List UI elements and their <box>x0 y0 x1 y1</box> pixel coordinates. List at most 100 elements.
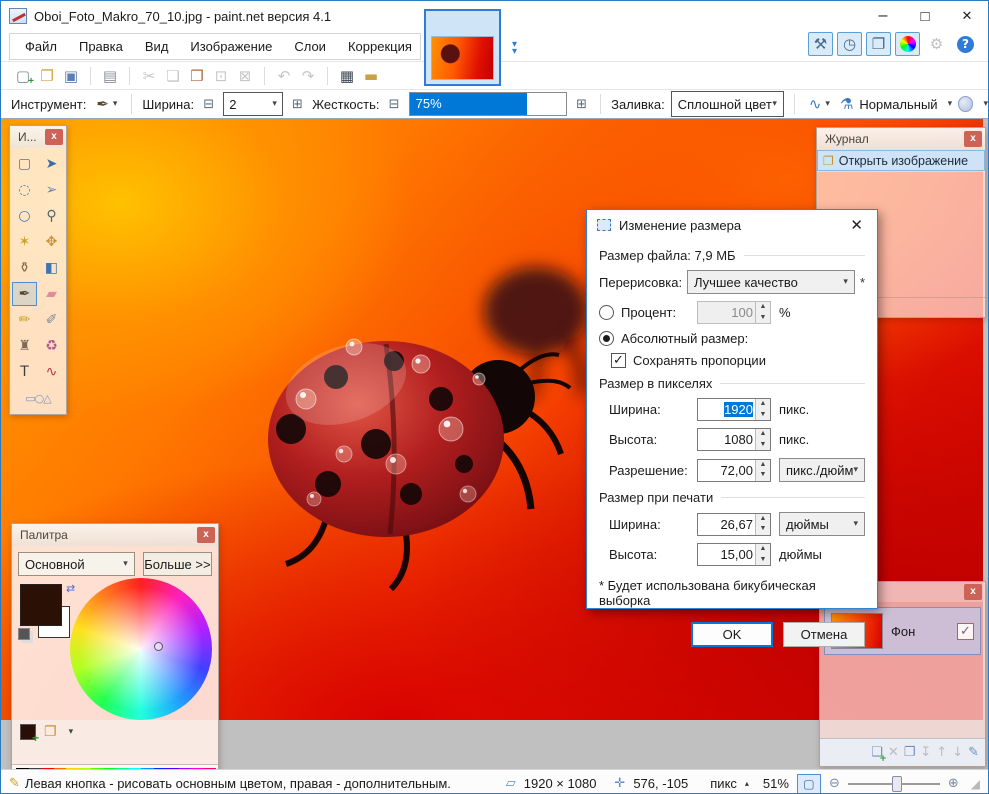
text-tool[interactable]: T <box>12 360 37 384</box>
print-width-spinner[interactable] <box>755 514 770 535</box>
maintain-aspect-checkbox[interactable] <box>611 353 626 368</box>
palette-swatch[interactable] <box>154 768 167 769</box>
open-file-icon[interactable]: ❐ <box>35 64 59 88</box>
resize-dialog-close-button[interactable] <box>846 216 867 234</box>
shapes-tool[interactable]: ▭○△ <box>12 386 64 410</box>
history-panel-close-button[interactable] <box>964 131 982 147</box>
unit-dropdown-icon[interactable]: ▴ <box>745 779 749 788</box>
history-toggle-icon[interactable]: ◷ <box>837 32 862 56</box>
ellipse-select-tool[interactable]: ○ <box>12 204 37 228</box>
zoom-tool[interactable]: ⚲ <box>39 204 64 228</box>
paint-bucket-tool[interactable]: ⚱ <box>12 256 37 280</box>
width-combo[interactable]: 2▾ <box>223 92 283 116</box>
palette-panel-close-button[interactable] <box>197 527 215 543</box>
palette-manager-icon[interactable]: ❐ <box>44 724 57 740</box>
resampling-combo[interactable]: Лучшее качество▾ <box>687 270 855 294</box>
reset-colors-icon[interactable] <box>18 628 30 640</box>
color-picker-tool[interactable]: ✐ <box>39 308 64 332</box>
percent-radio[interactable] <box>599 305 614 320</box>
palette-swatch[interactable] <box>66 768 79 769</box>
move-selection-tool[interactable]: ➢ <box>39 178 64 202</box>
help-icon[interactable]: ? <box>953 32 978 56</box>
deselect-icon[interactable]: ⊠ <box>233 64 257 88</box>
hardness-slider[interactable]: 75% <box>409 92 567 116</box>
new-file-icon[interactable]: ▢+ <box>11 64 35 88</box>
image-list-chevron-icon[interactable]: ▾▾ <box>506 41 522 55</box>
ruler-icon[interactable]: ▬ <box>359 64 383 88</box>
current-tool-button[interactable]: ✒▾ <box>92 93 121 115</box>
fit-to-window-button[interactable]: ▢ <box>797 774 821 794</box>
color-wheel[interactable] <box>70 578 212 720</box>
palette-swatch[interactable] <box>91 768 104 769</box>
grid-icon[interactable]: ▦ <box>335 64 359 88</box>
add-layer-button[interactable]: ❏+ <box>871 745 883 760</box>
antialias-icon[interactable]: ⚗ <box>840 95 853 113</box>
resolution-unit-combo[interactable]: пикс./дюйм▾ <box>779 458 865 482</box>
palette-panel-titlebar[interactable]: Палитра <box>12 524 218 546</box>
colors-toggle-icon[interactable] <box>895 32 920 56</box>
chevron-down-icon[interactable]: ▾ <box>69 727 74 737</box>
layer-properties-button[interactable]: ✎ <box>968 745 979 760</box>
redo-icon[interactable]: ↷ <box>296 64 320 88</box>
maximize-button[interactable] <box>904 1 946 31</box>
menu-item[interactable]: Изображение <box>179 34 283 59</box>
percent-input[interactable]: 100 <box>697 301 771 324</box>
palette-swatch[interactable] <box>204 768 217 769</box>
absolute-size-radio[interactable] <box>599 331 614 346</box>
palette-swatch[interactable] <box>141 768 154 769</box>
smoothing-button[interactable]: ∿▾ <box>805 93 834 115</box>
print-icon[interactable]: ▤ <box>98 64 122 88</box>
palette-swatch[interactable] <box>29 768 42 769</box>
zoom-slider[interactable] <box>848 775 940 793</box>
history-panel-titlebar[interactable]: Журнал <box>817 128 985 150</box>
unit-selector[interactable]: пикс <box>710 776 737 791</box>
palette-swatch[interactable] <box>116 768 129 769</box>
palette-swatch[interactable] <box>41 768 54 769</box>
tools-panel-titlebar[interactable]: И... <box>10 126 66 148</box>
move-layer-down-button[interactable]: ↓ <box>952 745 963 760</box>
copy-icon[interactable]: ❏ <box>161 64 185 88</box>
move-pixels-tool[interactable]: ➤ <box>39 152 64 176</box>
menu-item[interactable]: Файл <box>14 34 68 59</box>
resize-grip[interactable]: ◢ <box>971 777 980 791</box>
palette-swatch[interactable] <box>191 768 204 769</box>
duplicate-layer-button[interactable]: ❐ <box>904 745 916 760</box>
paintbrush-tool[interactable]: ✒ <box>12 282 37 306</box>
tools-toggle-icon[interactable]: ⚒ <box>808 32 833 56</box>
clone-stamp-tool[interactable]: ♜ <box>12 334 37 358</box>
paste-icon[interactable]: ❒ <box>185 64 209 88</box>
layers-toggle-icon[interactable]: ❐ <box>866 32 891 56</box>
menu-item[interactable]: Правка <box>68 34 134 59</box>
palette-swatch[interactable] <box>129 768 142 769</box>
close-button[interactable] <box>946 1 988 31</box>
pencil-tool[interactable]: ✏ <box>12 308 37 332</box>
resolution-input[interactable]: 72,00 <box>697 459 771 482</box>
fill-style-combo[interactable]: Сплошной цвет▾ <box>671 91 784 117</box>
merge-down-button[interactable]: ↧ <box>920 745 931 760</box>
palette-swatch[interactable] <box>104 768 117 769</box>
palette-swatch[interactable] <box>16 768 29 769</box>
print-height-spinner[interactable] <box>755 544 770 565</box>
zoom-out-icon[interactable]: ⊖ <box>829 776 840 791</box>
line-curve-tool[interactable]: ∿ <box>39 360 64 384</box>
width-increase-button[interactable]: ⊞ <box>289 95 306 113</box>
print-width-unit-combo[interactable]: дюймы▾ <box>779 512 865 536</box>
tools-panel-close-button[interactable] <box>45 129 63 145</box>
menu-item[interactable]: Вид <box>134 34 180 59</box>
pan-tool[interactable]: ✥ <box>39 230 64 254</box>
zoom-slider-thumb[interactable] <box>892 776 902 792</box>
palette-swatch[interactable] <box>54 768 67 769</box>
blend-sphere-icon[interactable] <box>958 96 973 112</box>
palette-more-button[interactable]: Больше >> <box>143 552 212 576</box>
move-layer-up-button[interactable]: ↑ <box>936 745 947 760</box>
undo-icon[interactable]: ↶ <box>272 64 296 88</box>
primary-color-swatch[interactable] <box>20 584 62 626</box>
blend-mode-value[interactable]: Нормальный <box>859 97 937 112</box>
rectangle-select-tool[interactable]: ▢ <box>12 152 37 176</box>
hardness-decrease-button[interactable]: ⊟ <box>386 95 403 113</box>
layer-visibility-checkbox[interactable] <box>957 623 974 640</box>
palette-swatch[interactable] <box>179 768 192 769</box>
palette-swatch[interactable] <box>79 768 92 769</box>
ok-button[interactable]: OK <box>691 622 773 647</box>
zoom-in-icon[interactable]: ⊕ <box>948 776 959 791</box>
